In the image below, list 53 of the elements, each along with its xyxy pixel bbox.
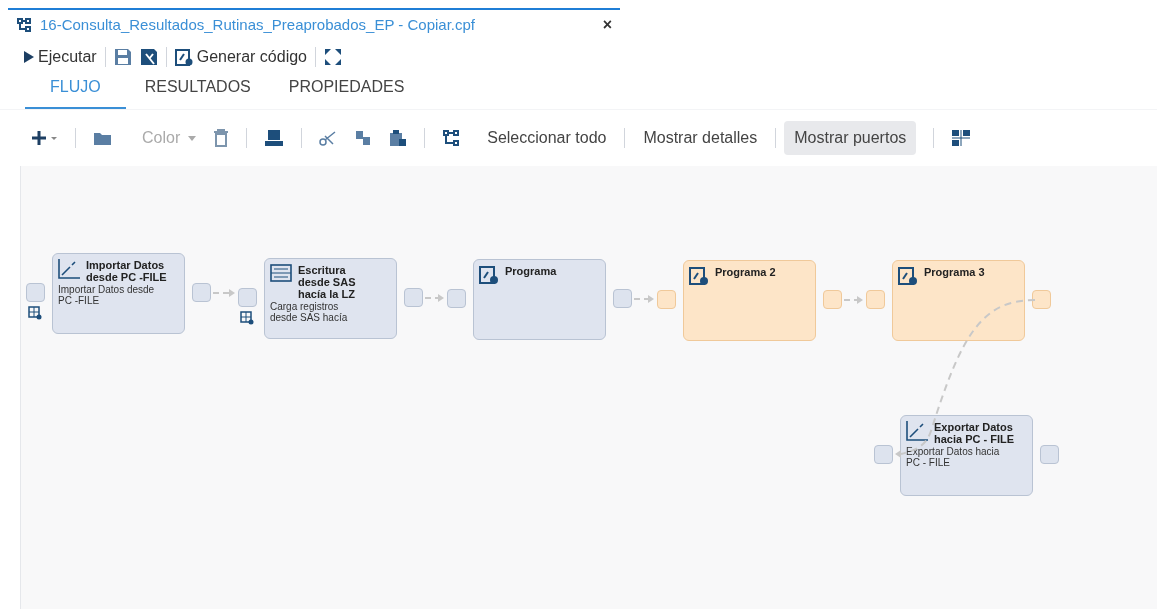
table-port-icon[interactable] xyxy=(240,311,254,325)
node-title: Importar Datos desde PC -FILE xyxy=(86,259,168,283)
node-title: Escritura desde SAS hacía la LZ xyxy=(298,264,357,300)
caret-icon xyxy=(188,135,197,141)
document-tab-title[interactable]: 16-Consulta_Resultados_Rutinas_Preaprobados_EP - Copiar.cpf xyxy=(40,13,475,37)
flow-node[interactable]: Programa 3 xyxy=(892,260,1025,341)
node-description: Exportar Datos hacia PC - FILE xyxy=(906,446,1001,468)
expand-icon[interactable] xyxy=(324,48,342,66)
add-button[interactable] xyxy=(32,130,58,146)
generate-code-button[interactable]: Generar código xyxy=(174,45,307,69)
toolbar-button[interactable]: Mostrar detalles xyxy=(633,121,768,155)
flow-icon[interactable] xyxy=(442,129,461,147)
layout-icon[interactable] xyxy=(951,129,972,147)
flow-node[interactable]: Programa xyxy=(473,259,606,340)
flow-icon xyxy=(16,17,32,33)
run-button[interactable]: Ejecutar xyxy=(24,45,97,69)
node-title: Programa 3 xyxy=(924,266,986,278)
tab[interactable]: PROPIEDADES xyxy=(269,75,424,109)
toolbar-button[interactable]: Mostrar puertos xyxy=(784,121,917,155)
node-title: Programa 2 xyxy=(715,266,777,278)
flow-node[interactable]: Escritura desde SAS hacía la LZ Carga registros desde SAS hacía xyxy=(264,258,397,339)
node-description: Carga registros desde SAS hacía xyxy=(270,301,349,323)
connector-arrow xyxy=(212,289,235,297)
connector-arrow xyxy=(633,295,654,303)
program-icon xyxy=(479,265,499,285)
flow-node[interactable]: Importar Datos desde PC -FILE Importar Datos desde PC -FILE xyxy=(52,253,185,334)
plus-icon xyxy=(32,130,58,146)
close-button[interactable]: × xyxy=(602,13,612,37)
trash-icon[interactable] xyxy=(213,129,230,147)
line-chart-icon xyxy=(58,259,80,279)
tab[interactable]: RESULTADOS xyxy=(125,75,270,109)
connector-arrow xyxy=(843,296,863,304)
program-icon xyxy=(689,266,709,286)
toolbar-button[interactable]: Seleccionar todo xyxy=(477,121,617,155)
node-title: Exportar Datos hacia PC - FILE xyxy=(934,421,1016,445)
play-icon xyxy=(24,51,34,63)
computer-icon[interactable] xyxy=(264,129,285,147)
flow-node[interactable]: Programa 2 xyxy=(683,260,816,341)
folder-icon[interactable] xyxy=(93,130,113,146)
copy-icon[interactable] xyxy=(354,129,373,147)
connector-arrow xyxy=(424,294,444,302)
node-description: Importar Datos desde PC -FILE xyxy=(58,284,156,306)
save-as-icon[interactable] xyxy=(139,48,158,66)
program-icon xyxy=(898,266,918,286)
flow-node[interactable]: Exportar Datos hacia PC - FILE Exportar Datos hacia PC - FILE xyxy=(900,415,1033,496)
code-icon xyxy=(174,48,193,66)
table-port-icon[interactable] xyxy=(28,306,42,320)
paste-icon[interactable] xyxy=(389,129,408,147)
table-icon xyxy=(270,264,292,282)
line-chart-icon xyxy=(906,421,928,441)
save-icon[interactable] xyxy=(113,48,132,66)
node-title: Programa xyxy=(505,265,558,277)
scissors-icon[interactable] xyxy=(319,129,338,147)
